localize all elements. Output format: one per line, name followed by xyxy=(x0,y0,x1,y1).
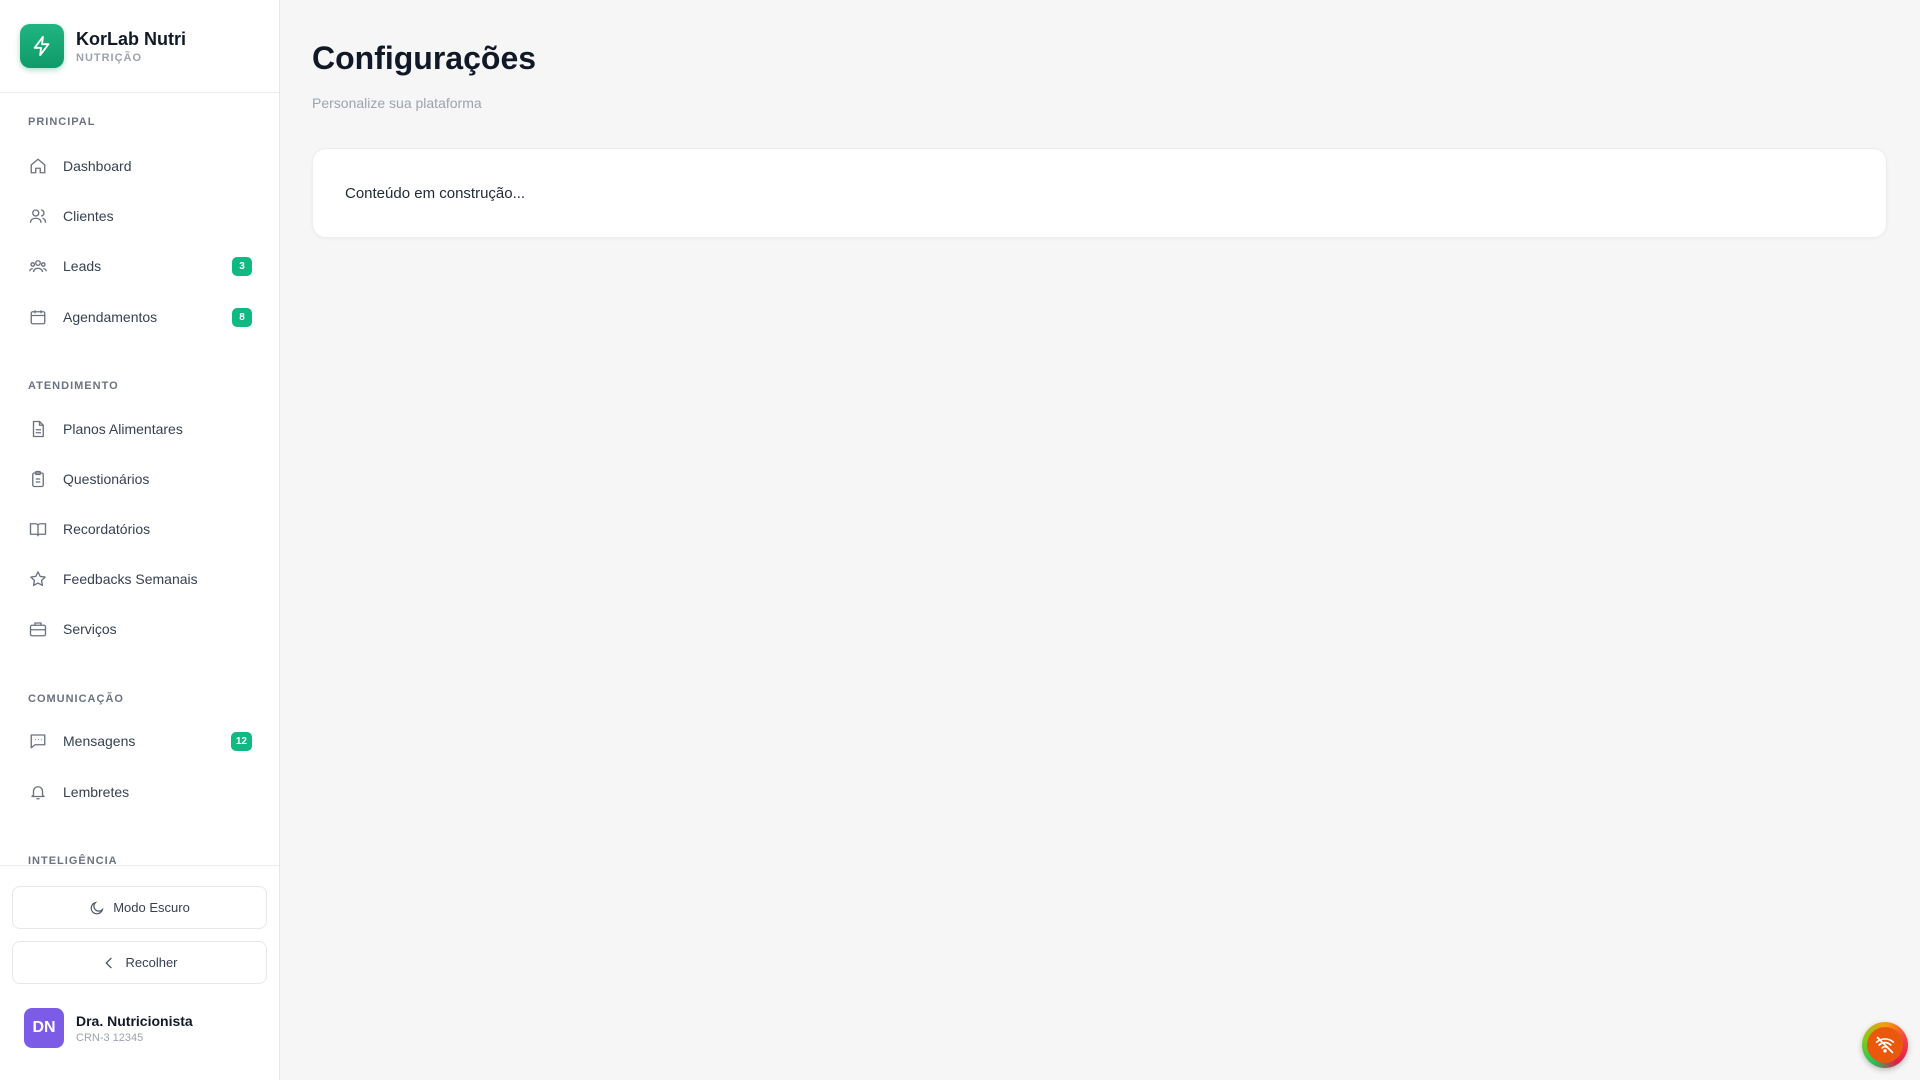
section-comunicacao: COMUNICAÇÃO xyxy=(28,693,124,705)
page-title: Configurações xyxy=(312,40,537,76)
sidebar-nav: PRINCIPAL Dashboard Clientes Leads 3 Age… xyxy=(0,93,279,865)
sidebar-item-label: Clientes xyxy=(63,208,114,224)
book-icon xyxy=(28,519,48,539)
section-principal: PRINCIPAL xyxy=(28,116,96,128)
briefcase-icon xyxy=(28,619,48,639)
section-inteligencia: INTELIGÊNCIA xyxy=(28,855,118,865)
sidebar-item-label: Questionários xyxy=(63,471,150,487)
sidebar-item-leads[interactable]: Leads 3 xyxy=(28,246,252,286)
collapse-label: Recolher xyxy=(125,955,178,970)
page-subtitle: Personalize sua plataforma xyxy=(312,95,482,111)
sidebar-item-label: Leads xyxy=(63,258,102,274)
user-name: Dra. Nutricionista xyxy=(76,1012,193,1029)
moon-icon xyxy=(89,900,105,916)
sidebar-item-label: Planos Alimentares xyxy=(63,421,183,437)
sidebar-item-mensagens[interactable]: Mensagens 12 xyxy=(28,721,252,761)
group-icon xyxy=(28,256,48,276)
sidebar-item-label: Agendamentos xyxy=(63,309,158,325)
main-content: Configurações Personalize sua plataforma… xyxy=(280,0,1920,1080)
sidebar-item-dashboard[interactable]: Dashboard xyxy=(28,146,252,186)
sidebar-footer: Modo Escuro Recolher DN Dra. Nutricionis… xyxy=(0,865,279,1080)
bell-icon xyxy=(28,782,48,802)
sidebar: KorLab Nutri NUTRIÇÃO PRINCIPAL Dashboar… xyxy=(0,0,280,1080)
sidebar-item-lembretes[interactable]: Lembretes xyxy=(28,772,252,812)
sidebar-item-feedbacks-semanais[interactable]: Feedbacks Semanais xyxy=(28,559,252,599)
message-icon xyxy=(28,731,48,751)
brand-name: KorLab Nutri xyxy=(76,28,186,49)
sidebar-item-label: Lembretes xyxy=(63,784,130,800)
sidebar-item-agendamentos[interactable]: Agendamentos 8 xyxy=(28,297,252,337)
sidebar-item-planos-alimentares[interactable]: Planos Alimentares xyxy=(28,409,252,449)
chevron-left-icon xyxy=(101,955,117,971)
sidebar-item-label: Feedbacks Semanais xyxy=(63,571,198,587)
brand-subtitle: NUTRIÇÃO xyxy=(76,51,143,64)
collapse-button[interactable]: Recolher xyxy=(12,941,267,984)
sidebar-item-servicos[interactable]: Serviços xyxy=(28,609,252,649)
sidebar-item-label: Serviços xyxy=(63,621,117,637)
sidebar-item-label: Dashboard xyxy=(63,158,132,174)
sidebar-item-questionarios[interactable]: Questionários xyxy=(28,459,252,499)
home-icon xyxy=(28,156,48,176)
agendamentos-badge: 8 xyxy=(232,308,252,327)
avatar: DN xyxy=(24,1008,64,1048)
sidebar-item-clientes[interactable]: Clientes xyxy=(28,196,252,236)
users-icon xyxy=(28,206,48,226)
lightning-icon xyxy=(20,24,64,68)
floating-action-button[interactable] xyxy=(1862,1022,1908,1068)
sidebar-item-recordatorios[interactable]: Recordatórios xyxy=(28,509,252,549)
content-card: Conteúdo em construção... xyxy=(312,148,1887,238)
dark-mode-button[interactable]: Modo Escuro xyxy=(12,886,267,929)
user-profile[interactable]: DN Dra. Nutricionista CRN-3 12345 xyxy=(24,1008,193,1048)
sidebar-item-label: Recordatórios xyxy=(63,521,151,537)
sidebar-item-label: Mensagens xyxy=(63,733,136,749)
mensagens-badge: 12 xyxy=(230,732,252,751)
section-atendimento: ATENDIMENTO xyxy=(28,380,119,392)
content-text: Conteúdo em construção... xyxy=(345,184,526,202)
clipboard-icon xyxy=(28,469,48,489)
leads-badge: 3 xyxy=(232,257,252,276)
star-icon xyxy=(28,569,48,589)
calendar-icon xyxy=(28,307,48,327)
wifi-off-icon xyxy=(1867,1027,1903,1063)
user-crn: CRN-3 12345 xyxy=(76,1031,144,1044)
brand[interactable]: KorLab Nutri NUTRIÇÃO xyxy=(0,0,279,93)
dark-mode-label: Modo Escuro xyxy=(113,900,190,915)
document-icon xyxy=(28,419,48,439)
